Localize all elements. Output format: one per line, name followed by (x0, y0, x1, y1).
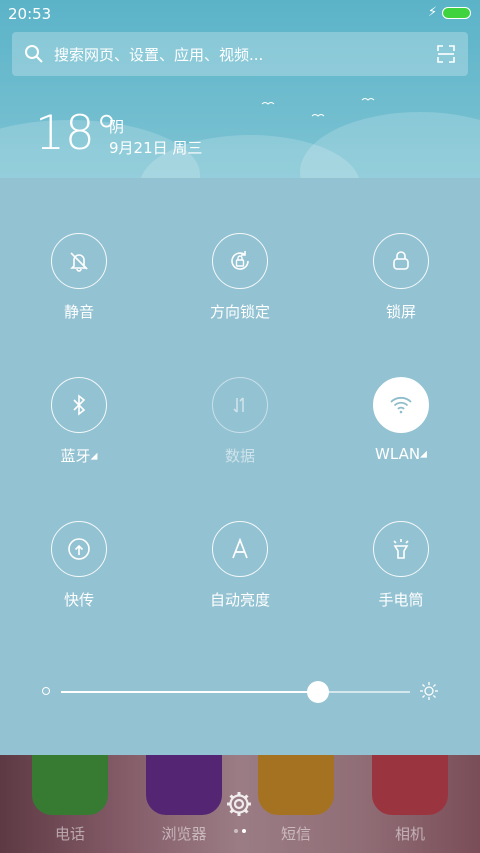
home-dock: 电话 浏览器 短信 相机 (0, 755, 480, 853)
birds-decoration (261, 98, 375, 117)
lock-icon (373, 233, 429, 289)
toggle-bluetooth[interactable]: 蓝牙◢ (19, 377, 139, 466)
notification-header: 20:53 ⚡ 搜索网页、设置、应用、视频... 18° 阴 9月21日 周三 (0, 0, 480, 178)
page-indicator (234, 829, 246, 833)
toggle-flashlight[interactable]: 手电筒 (341, 521, 461, 610)
toggle-quick-transfer[interactable]: 快传 (19, 521, 139, 610)
toggle-label: 快传 (63, 591, 94, 609)
expand-triangle-icon: ◢ (420, 449, 427, 460)
brightness-thumb[interactable] (306, 681, 329, 703)
dock-app-label: 短信 (280, 825, 311, 843)
weather-temperature[interactable]: 18° (35, 106, 118, 162)
mobile-data-icon (212, 377, 268, 433)
weather-condition: 阴 (109, 118, 125, 136)
auto-brightness-icon (212, 521, 268, 577)
bell-off-icon (51, 233, 107, 289)
dock-app-label: 电话 (54, 825, 85, 843)
status-time: 20:53 (8, 5, 52, 23)
brightness-low-icon (42, 687, 50, 695)
toggle-rotation-lock[interactable]: 方向锁定 (180, 233, 300, 322)
toggle-label: 蓝牙◢ (60, 447, 98, 465)
toggle-label: 方向锁定 (209, 303, 270, 321)
toggle-label: 静音 (63, 303, 94, 321)
toggle-label: 手电筒 (378, 591, 424, 609)
toggle-wlan[interactable]: WLAN◢ (341, 377, 461, 463)
toggle-lock-screen[interactable]: 锁屏 (341, 233, 461, 322)
quick-settings-panel: 静音 方向锁定 锁屏 蓝牙◢ 数据 WLAN◢ 快传 自动亮度 手电筒 (0, 178, 480, 755)
bluetooth-icon (51, 377, 107, 433)
search-bar[interactable]: 搜索网页、设置、应用、视频... (12, 32, 468, 76)
settings-gear-icon[interactable] (224, 789, 254, 819)
toggle-label: 数据 (224, 447, 255, 465)
battery-icon (442, 7, 471, 19)
toggle-label: WLAN◢ (375, 445, 427, 463)
charging-icon: ⚡ (428, 5, 438, 20)
scan-icon[interactable] (436, 44, 456, 64)
quick-transfer-icon (51, 521, 107, 577)
expand-triangle-icon: ◢ (90, 451, 98, 462)
search-placeholder: 搜索网页、设置、应用、视频... (54, 46, 264, 64)
flashlight-icon (373, 521, 429, 577)
toggle-mobile-data[interactable]: 数据 (180, 377, 300, 466)
toggle-auto-brightness[interactable]: 自动亮度 (180, 521, 300, 610)
toggle-label: 锁屏 (385, 303, 416, 321)
dock-app-label: 浏览器 (161, 825, 207, 843)
brightness-high-icon (420, 682, 438, 700)
dock-app-label: 相机 (394, 825, 425, 843)
brightness-fill (61, 691, 318, 693)
status-bar: 20:53 ⚡ (0, 0, 480, 28)
weather-date: 9月21日 周三 (109, 139, 203, 157)
brightness-slider[interactable] (61, 681, 410, 703)
rotation-lock-icon (212, 233, 268, 289)
wifi-icon (373, 377, 429, 433)
toggle-mute[interactable]: 静音 (19, 233, 139, 322)
toggle-label: 自动亮度 (209, 591, 270, 609)
search-icon (25, 45, 43, 63)
